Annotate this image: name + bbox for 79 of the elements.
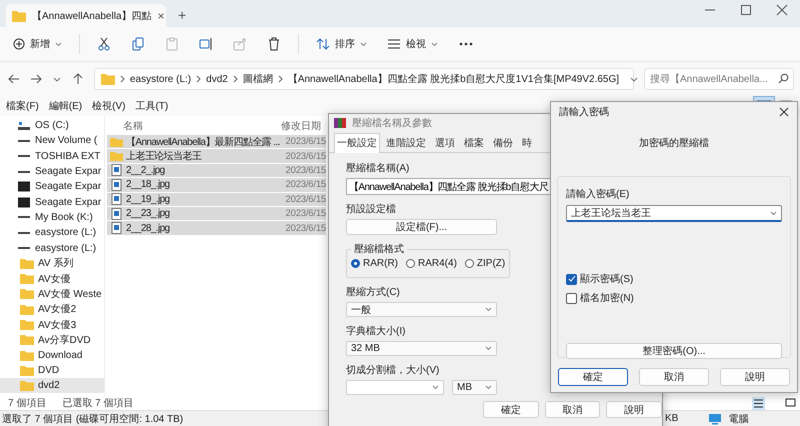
dialog-tab[interactable]: 選項 [432,133,458,152]
view-button[interactable]: 檢視 [384,35,441,53]
status-location: 電腦 [728,412,748,426]
dialog-tab[interactable]: 一般設定 [334,133,380,153]
new-button[interactable]: 新增 [10,35,65,53]
field-label: 壓縮檔名稱(A) [346,162,410,175]
sidebar-item[interactable]: DVD [0,362,104,378]
file-row[interactable]: 上老王论坛当老王 2023/6/15 [107,149,326,164]
selected-count: 已選取 7 個項目 [62,397,134,410]
new-tab-button[interactable]: + [178,7,186,23]
sidebar-item[interactable]: TOSHIBA EXT [0,148,104,164]
method-select[interactable]: 一般 [346,302,497,317]
menu-item[interactable]: 工具(T) [135,99,168,113]
checkbox[interactable]: 檔名加密(N) [566,291,782,305]
file-row[interactable]: 2__2_.jpg 2023/6/15 [107,164,326,178]
sidebar-item[interactable]: Seagate Expar [0,164,104,180]
breadcrumb[interactable]: 圖檔網 [242,72,273,86]
dialog-tab[interactable]: 進階設定 [383,133,429,152]
dialog-button[interactable]: 確定 [483,401,539,418]
profiles-button[interactable]: 設定檔(F)... [346,219,497,235]
breadcrumb[interactable]: easystore (L:) [130,74,192,84]
column-header[interactable]: 修改日期 [281,118,321,132]
window-tab[interactable]: 【AnnawellAnabella】四點 × [6,4,166,27]
dialog-button[interactable]: 取消 [639,368,709,386]
dialog-tab[interactable]: 時 [519,133,535,152]
status-text: 選取了 7 個項目 (磁碟可用空間: 1.04 TB) [2,412,184,426]
sidebar-item[interactable]: Av分享DVD [0,332,104,348]
sidebar-item[interactable]: Seagate Expar [0,179,104,194]
sidebar-item[interactable]: AV女優 [0,270,104,286]
dialog-button[interactable]: 說明 [720,368,790,386]
sidebar-item[interactable]: easystore (L:) [0,240,104,256]
status-size: KB [665,413,678,424]
dialog-button[interactable]: 確定 [558,368,628,386]
dictionary-select[interactable]: 32 MB [346,341,497,356]
search-field[interactable]: 搜尋【AnnawellAnabella... [644,68,794,90]
breadcrumb[interactable]: dvd2 [206,74,228,84]
field-label: 預設設定檔 [346,202,396,216]
sidebar-item[interactable]: easystore (L:) [0,225,104,240]
unit-select[interactable]: MB [452,380,497,395]
sidebar-item[interactable]: New Volume ( [0,133,104,149]
sidebar-item[interactable]: Seagate Expar [0,194,104,210]
checkbox[interactable]: 顯示密碼(S) [566,272,782,286]
file-row[interactable]: 2__28_.jpg 2023/6/15 [107,221,326,236]
sidebar-item[interactable]: Download [0,347,104,363]
dialog-subtitle: 加密碼的壓縮檔 [638,136,710,150]
dialog-title: 壓縮檔名稱及參數 [352,116,432,130]
field-label: 切成分割檔，大小(V) [346,364,440,377]
menu-item[interactable]: 檢視(V) [92,99,126,113]
file-row[interactable]: 2__18_.jpg 2023/6/15 [107,178,326,193]
column-header[interactable]: 名稱 [107,118,281,132]
sidebar-item[interactable]: AV女優2 [0,302,104,317]
field-label: 壓縮方式(C) [346,286,400,299]
dialog-tab[interactable]: 檔案 [461,133,487,152]
group-label: 壓縮檔格式 [353,242,405,256]
sidebar-item[interactable]: My Book (K:) [0,210,104,226]
item-count: 7 個項目 [8,397,46,410]
field-label: 字典檔大小(I) [346,324,406,338]
sidebar-item[interactable]: AV女優3 [0,316,104,332]
sidebar-item[interactable]: dvd2 [0,378,104,394]
sidebar-item[interactable]: OS (C:) [0,118,104,134]
file-row[interactable]: 2__23_.jpg 2023/6/15 [107,206,326,222]
close-tab-button[interactable]: × [158,8,165,22]
format-radio[interactable]: RAR4(4) [406,258,457,269]
sort-button[interactable]: 排序 [313,35,370,53]
format-radio[interactable]: ZIP(Z) [464,258,506,269]
dialog-button[interactable]: 說明 [606,401,662,418]
organize-passwords-button[interactable]: 整理密碼(O)... [566,343,782,359]
password-field[interactable]: 上老王论坛当老王 [566,205,782,222]
file-row[interactable]: 【AnnawellAnabella】最新四點全露 ... 2023/6/15 [107,135,326,150]
dialog-title: 請輸入密碼 [559,106,609,119]
dialog-button[interactable]: 取消 [544,401,600,418]
format-radio[interactable]: RAR(R) [351,258,398,269]
breadcrumb[interactable]: 【AnnawellAnabella】四點全露 脫光揉b自慰大尺度1V1合集[MP49V2.65G] [288,72,620,86]
dialog-tab[interactable]: 備份 [490,133,516,152]
sidebar-item[interactable]: AV女優 Weste [0,286,104,302]
file-row[interactable]: 2__19_.jpg 2023/6/15 [107,192,326,207]
menu-item[interactable]: 編輯(E) [48,99,82,113]
sidebar-item[interactable]: AV 系列 [0,256,104,271]
menu-item[interactable]: 檔案(F) [6,99,39,113]
